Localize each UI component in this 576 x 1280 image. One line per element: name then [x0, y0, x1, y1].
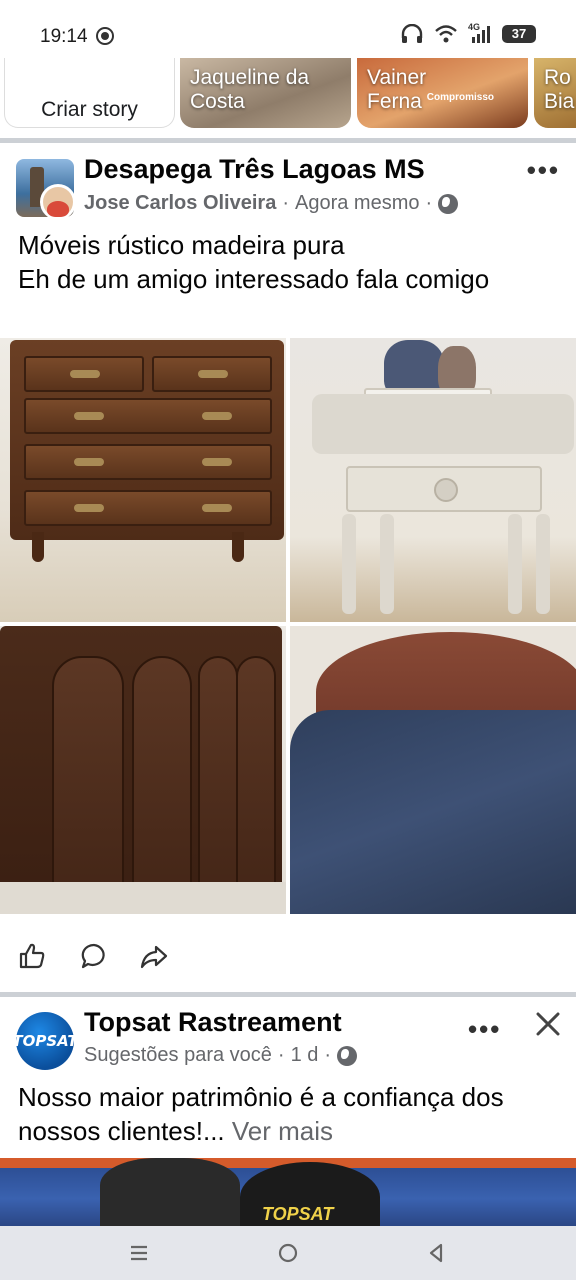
advertiser-logo-text: TOPSAT: [12, 1032, 78, 1050]
status-icons: 4G 37: [400, 22, 536, 44]
signal-icon: 4G: [468, 22, 492, 44]
headphones-icon: [401, 24, 423, 43]
story-tag: Compromisso: [426, 92, 494, 103]
meta-separator: ·: [425, 192, 433, 214]
back-button[interactable]: [419, 1236, 453, 1270]
advertiser-avatar[interactable]: TOPSAT: [12, 1012, 78, 1070]
post-text: Móveis rústico madeira pura Eh de um ami…: [18, 230, 490, 294]
more-icon[interactable]: •••: [468, 1014, 501, 1045]
suggestion-label: Sugestões para você: [84, 1044, 272, 1066]
advertiser-name[interactable]: Topsat Rastreament: [84, 1007, 342, 1038]
story-card[interactable]: Ro Bia: [534, 58, 576, 128]
meta-separator: ·: [324, 1044, 332, 1066]
story-card[interactable]: Vainer Ferna Compromisso: [357, 58, 528, 128]
ad-image-logo: TOPSAT: [262, 1204, 334, 1224]
create-story-label: Criar story: [41, 98, 138, 121]
stories-strip[interactable]: Criar story Jaqueline da Costa Vainer Fe…: [0, 58, 576, 134]
share-icon[interactable]: [134, 930, 174, 982]
post-time[interactable]: Agora mesmo: [295, 192, 420, 215]
group-name[interactable]: Desapega Três Lagoas MS: [84, 154, 425, 185]
see-more-link[interactable]: Ver mais: [232, 1116, 333, 1146]
post-meta: Jose Carlos Oliveira · Agora mesmo ·: [84, 192, 459, 215]
post-photo-nightstand[interactable]: [290, 338, 576, 622]
story-card[interactable]: Jaqueline da Costa: [180, 58, 351, 128]
author-avatar[interactable]: [40, 184, 76, 220]
post-photo-bed[interactable]: [290, 626, 576, 914]
status-bar: 19:14 4G 37: [0, 0, 576, 60]
globe-icon: [337, 1045, 358, 1066]
comment-icon[interactable]: [74, 930, 114, 982]
story-name: Ro Bia: [544, 66, 575, 113]
meta-separator: ·: [277, 1044, 285, 1066]
ad-meta: Sugestões para você · 1 d ·: [84, 1044, 358, 1067]
story-name: Vainer Ferna: [367, 66, 427, 113]
post-photo-dresser[interactable]: [0, 338, 286, 622]
feed-divider: [0, 138, 576, 143]
author-name[interactable]: Jose Carlos Oliveira: [84, 192, 276, 215]
like-icon[interactable]: [12, 930, 52, 982]
feed-divider: [0, 992, 576, 997]
more-icon[interactable]: •••: [527, 157, 560, 183]
close-icon[interactable]: [532, 1008, 564, 1040]
recent-apps-button[interactable]: [122, 1236, 156, 1270]
wifi-icon: [435, 25, 457, 43]
notification-icon: [96, 27, 114, 45]
ad-text: Nosso maior patrimônio é a confiança dos…: [18, 1080, 562, 1148]
ad-image[interactable]: TOPSAT: [0, 1158, 576, 1226]
system-nav-bar: [0, 1226, 576, 1280]
post-photo-wardrobe[interactable]: [0, 626, 286, 914]
post-actions: [0, 930, 576, 982]
status-time: 19:14: [40, 26, 88, 47]
create-story-card[interactable]: Criar story: [4, 58, 175, 128]
ad-time[interactable]: 1 d: [291, 1044, 319, 1067]
battery-level: 37: [502, 25, 536, 43]
meta-separator: ·: [282, 192, 289, 214]
globe-icon: [438, 193, 459, 214]
story-name: Jaqueline da Costa: [190, 66, 310, 113]
home-button[interactable]: [271, 1236, 305, 1270]
